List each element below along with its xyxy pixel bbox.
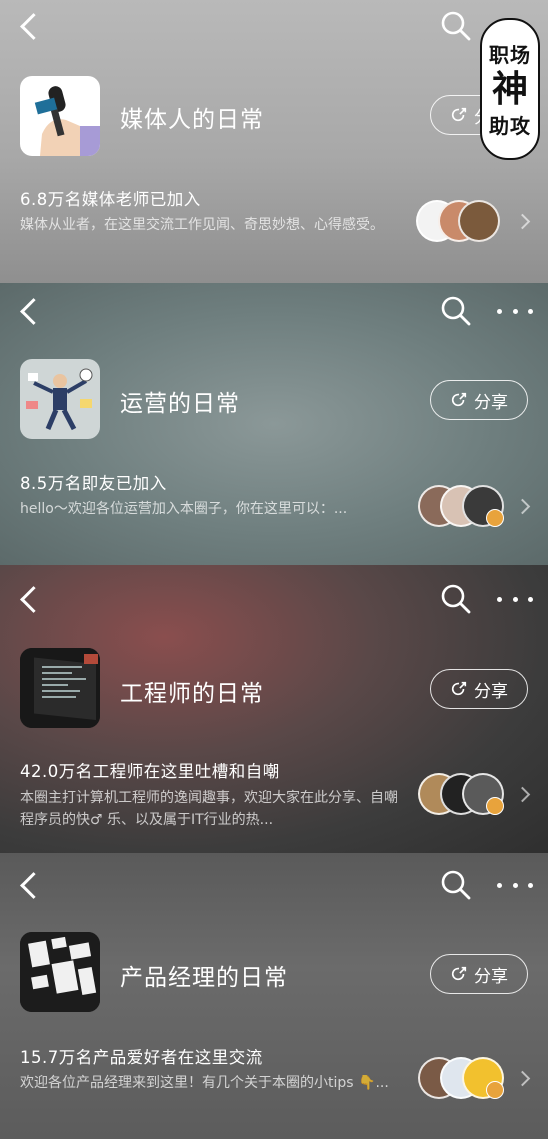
circle-title: 产品经理的日常 bbox=[120, 965, 288, 991]
share-icon bbox=[451, 966, 467, 981]
circle-description: 本圈主打计算机工程师的逸闻趣事，欢迎大家在此分享、自嘲程序员的快♂ 乐、以及属于… bbox=[20, 790, 398, 828]
more-icon[interactable] bbox=[497, 879, 533, 891]
stamp-text-middle: 神 bbox=[491, 68, 528, 110]
search-icon[interactable] bbox=[440, 295, 472, 327]
chevron-right-icon[interactable] bbox=[517, 1071, 531, 1085]
share-button[interactable]: 分享 bbox=[430, 669, 528, 709]
share-icon bbox=[451, 107, 467, 122]
back-icon[interactable] bbox=[18, 299, 40, 321]
search-icon[interactable] bbox=[440, 869, 472, 901]
circle-panel-media: 媒体人的日常 分享 职场 神 助攻 6.8万名媒体老师已加入 媒体从业者，在这里… bbox=[0, 0, 548, 283]
share-label: 分享 bbox=[474, 966, 508, 987]
circle-description: 媒体从业者，在这里交流工作见闻、奇思妙想、心得感受。 bbox=[20, 217, 384, 233]
search-icon[interactable] bbox=[440, 583, 472, 615]
watermark-stamp: 职场 神 助攻 bbox=[480, 18, 540, 160]
circle-avatar-stationery bbox=[20, 932, 100, 1012]
share-button[interactable]: 分享 bbox=[430, 380, 528, 420]
member-count: 42.0万名工程师在这里吐槽和自嘲 bbox=[20, 762, 280, 781]
circle-title: 工程师的日常 bbox=[120, 681, 264, 707]
member-avatars[interactable] bbox=[416, 773, 526, 815]
member-avatars[interactable] bbox=[416, 1057, 526, 1099]
circle-title: 运营的日常 bbox=[120, 391, 240, 417]
member-count: 6.8万名媒体老师已加入 bbox=[20, 190, 201, 209]
more-icon[interactable] bbox=[497, 593, 533, 605]
back-icon[interactable] bbox=[18, 873, 40, 895]
back-icon[interactable] bbox=[18, 587, 40, 609]
share-button[interactable]: 分享 bbox=[430, 954, 528, 994]
share-icon bbox=[451, 681, 467, 696]
stamp-text-top: 职场 bbox=[489, 43, 531, 67]
circle-panel-operations: 运营的日常 分享 8.5万名即友已加入 hello～欢迎各位运营加入本圈子，你在… bbox=[0, 283, 548, 565]
circle-avatar-microphone bbox=[20, 76, 100, 156]
chevron-right-icon[interactable] bbox=[517, 499, 531, 513]
circle-avatar-code-screen bbox=[20, 648, 100, 728]
stamp-text-bottom: 助攻 bbox=[489, 114, 531, 138]
member-avatar bbox=[458, 200, 500, 242]
member-count: 15.7万名产品爱好者在这里交流 bbox=[20, 1048, 263, 1067]
circle-panel-engineers: 工程师的日常 分享 42.0万名工程师在这里吐槽和自嘲 本圈主打计算机工程师的逸… bbox=[0, 565, 548, 853]
share-icon bbox=[451, 392, 467, 407]
circle-description: 欢迎各位产品经理来到这里！有几个关于本圈的小tips 👇... bbox=[20, 1075, 389, 1091]
chevron-right-icon[interactable] bbox=[517, 787, 531, 801]
more-icon[interactable] bbox=[497, 305, 533, 317]
share-label: 分享 bbox=[474, 681, 508, 702]
search-icon[interactable] bbox=[440, 10, 472, 42]
member-count: 8.5万名即友已加入 bbox=[20, 474, 167, 493]
share-label: 分享 bbox=[474, 392, 508, 413]
circle-description: hello～欢迎各位运营加入本圈子，你在这里可以：... bbox=[20, 501, 348, 517]
badge-icon bbox=[486, 509, 504, 527]
badge-icon bbox=[486, 1081, 504, 1099]
member-avatars[interactable] bbox=[416, 200, 526, 242]
circle-panel-product-managers: 产品经理的日常 分享 15.7万名产品爱好者在这里交流 欢迎各位产品经理来到这里… bbox=[0, 853, 548, 1139]
circle-title: 媒体人的日常 bbox=[120, 107, 264, 133]
circle-avatar-busy-person bbox=[20, 359, 100, 439]
back-icon[interactable] bbox=[18, 14, 40, 36]
chevron-right-icon[interactable] bbox=[517, 214, 531, 228]
badge-icon bbox=[486, 797, 504, 815]
member-avatars[interactable] bbox=[416, 485, 526, 527]
